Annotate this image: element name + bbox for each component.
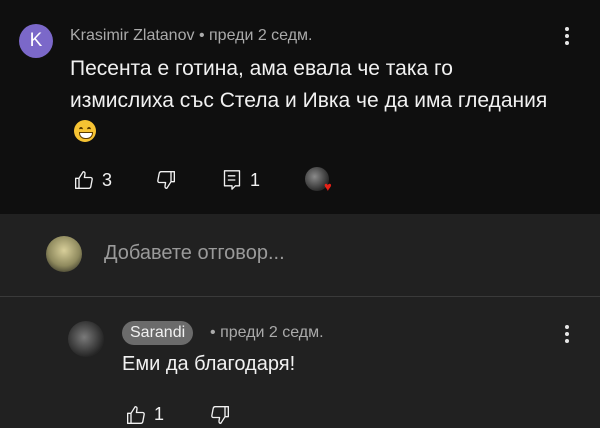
timestamp[interactable]: преди 2 седм.	[209, 27, 313, 44]
user-avatar	[46, 236, 82, 272]
reply-input[interactable]: Добавете отговор...	[104, 242, 285, 265]
comment-text: Песента е готина, ама евала че така го и…	[70, 53, 550, 149]
reply-like-button[interactable]: 1	[126, 404, 164, 425]
reply-like-count: 1	[154, 404, 165, 424]
comment-text-content: Песента е готина, ама евала че така го и…	[70, 57, 548, 112]
meta-separator: •	[210, 324, 216, 341]
author-badge[interactable]: Sarandi	[122, 321, 194, 345]
like-count: 3	[102, 169, 113, 190]
thumb-up-icon	[75, 171, 93, 189]
reply-comment-icon	[223, 170, 241, 190]
reply-count: 1	[250, 169, 261, 190]
thumb-up-icon	[127, 405, 145, 424]
more-options-icon[interactable]	[557, 24, 577, 48]
creator-heart-icon: ♥	[324, 179, 332, 194]
thumb-down-icon	[157, 171, 176, 189]
thumb-down-icon	[211, 405, 230, 424]
avatar[interactable]: K	[19, 24, 53, 58]
timestamp[interactable]: преди 2 седм.	[220, 324, 324, 341]
comment-actions: 3 1	[74, 169, 260, 191]
comment-meta: Krasimir Zlatanov • преди 2 седм.	[70, 27, 313, 45]
reply-button[interactable]: 1	[222, 169, 260, 191]
reply-avatar[interactable]	[68, 321, 104, 357]
reply-text: Еми да благодаря!	[122, 353, 296, 375]
meta-separator: •	[198, 27, 205, 44]
author-name[interactable]: Krasimir Zlatanov	[70, 27, 194, 44]
reply-meta: • преди 2 седм.	[210, 324, 324, 342]
dislike-button[interactable]	[156, 170, 176, 190]
divider	[0, 296, 600, 297]
reply-actions: 1	[126, 404, 230, 425]
reply-dislike-button[interactable]	[210, 405, 230, 425]
top-comment: K Krasimir Zlatanov • преди 2 седм. Песе…	[0, 0, 600, 214]
like-button[interactable]: 3	[74, 170, 112, 191]
grinning-emoji-icon	[74, 120, 96, 142]
reply-more-options-icon[interactable]	[557, 322, 577, 346]
